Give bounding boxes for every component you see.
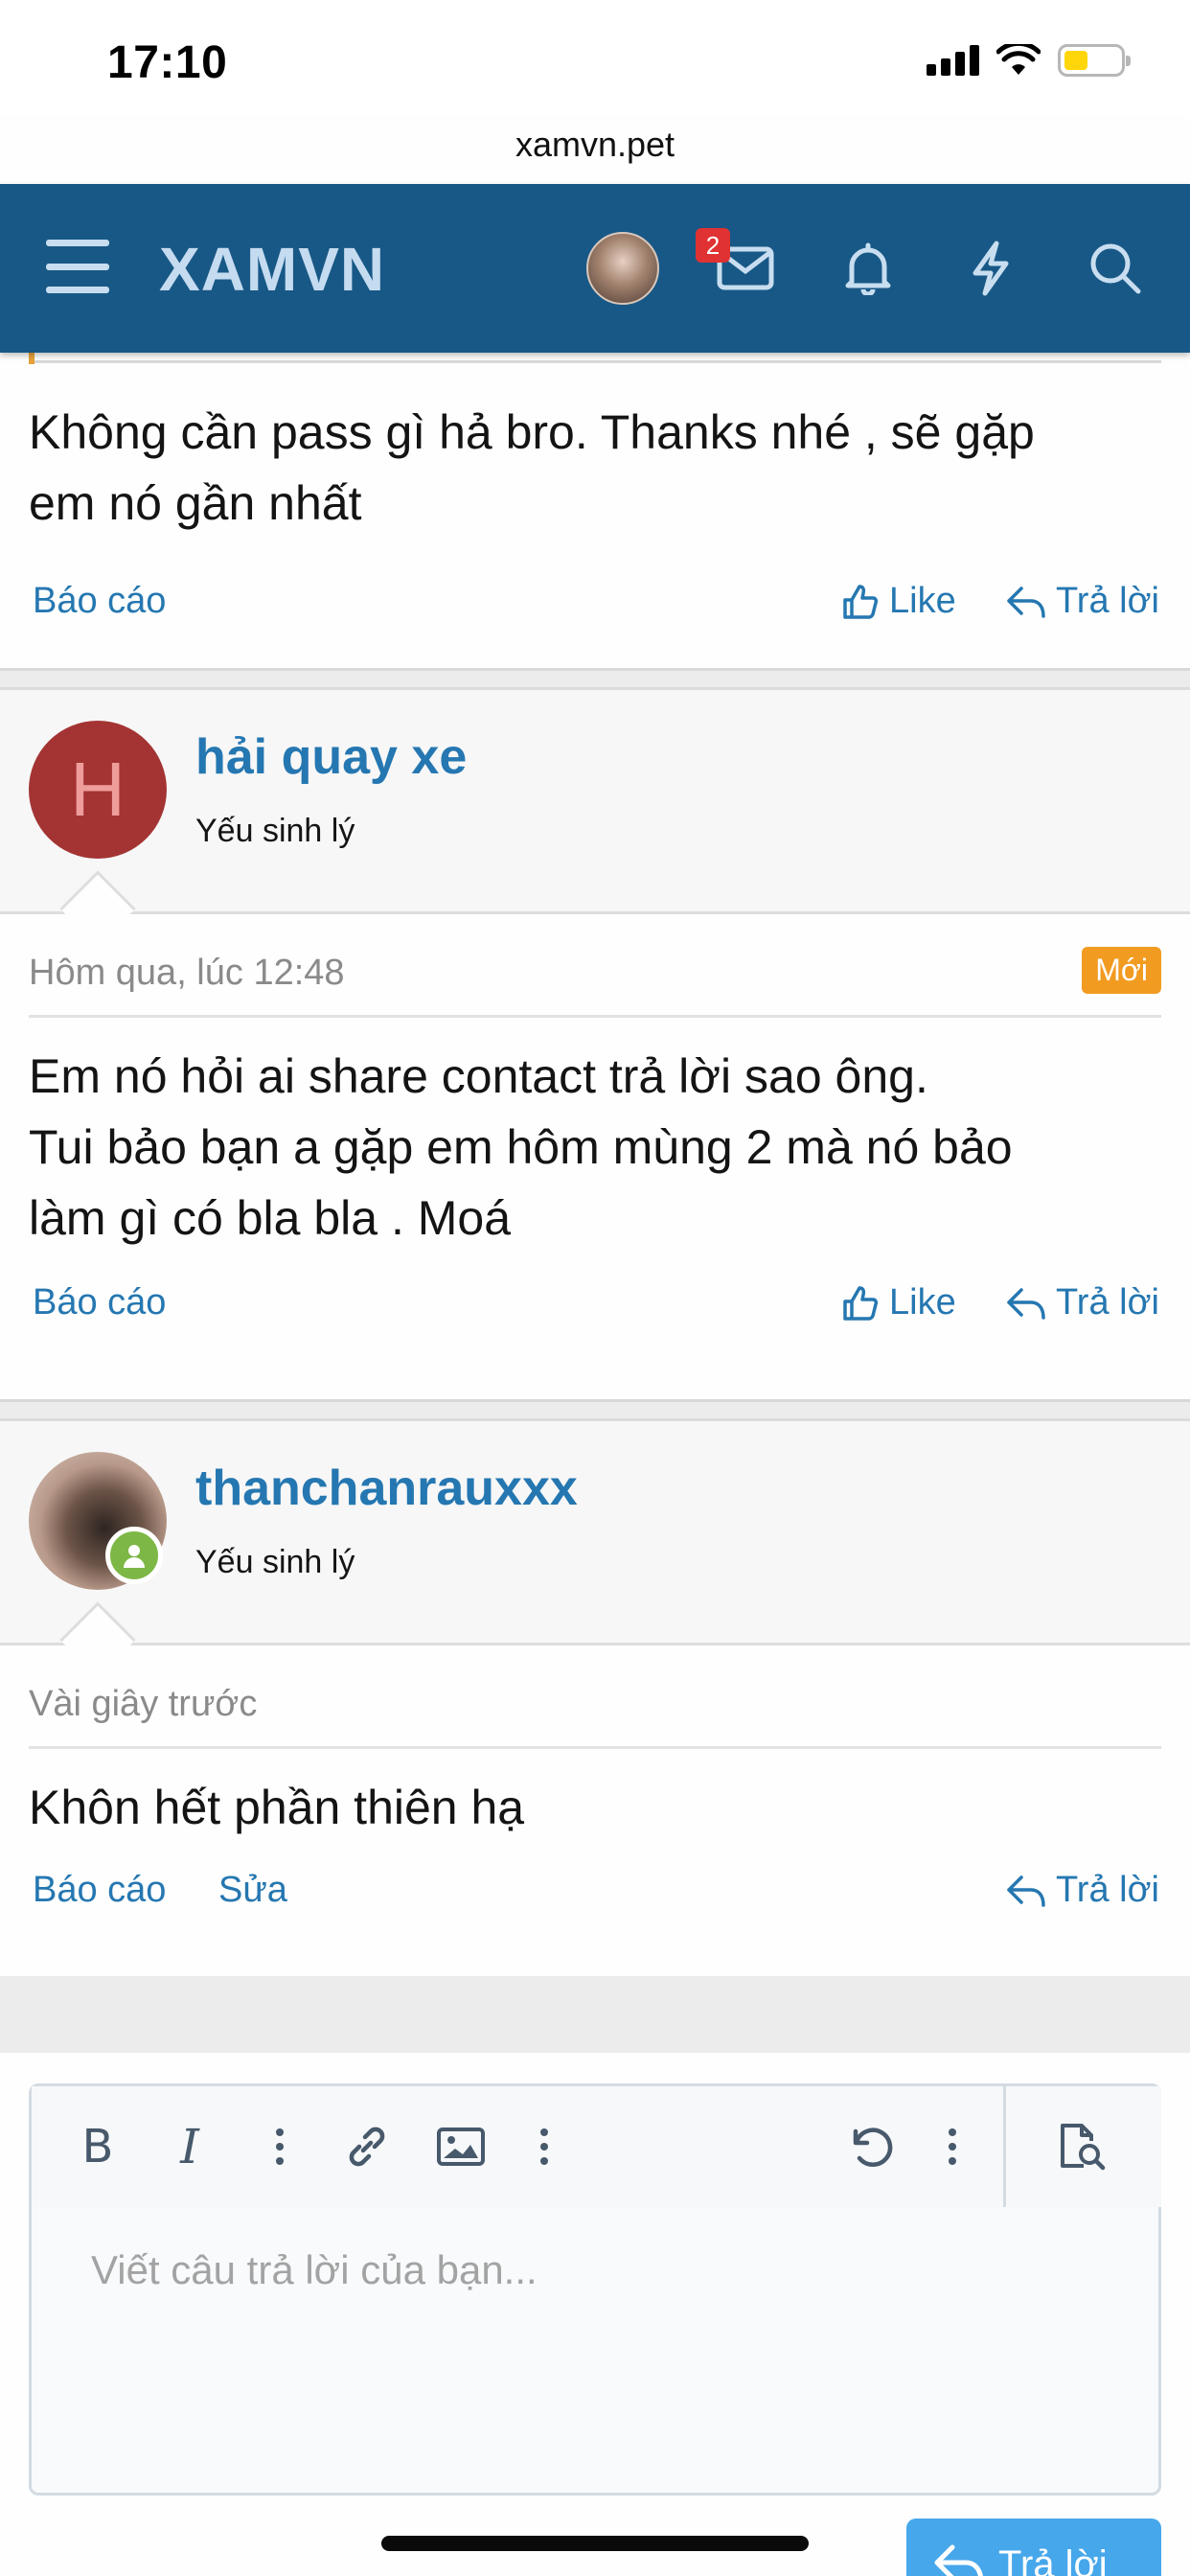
- more-vertical-icon: [276, 2128, 284, 2165]
- more-vertical-icon: [949, 2128, 956, 2165]
- reply-editor: B I Viết câu trả lời của bạn...: [29, 2083, 1161, 2496]
- online-status-icon: [105, 1527, 163, 1584]
- undo-icon: [853, 2128, 893, 2167]
- user-title: Yếu sinh lý: [195, 813, 355, 849]
- reply-icon: [1007, 1287, 1045, 1320]
- more-options-button[interactable]: [938, 2123, 967, 2171]
- preview-icon: [1061, 2124, 1106, 2171]
- post-user-header: H hải quay xe Yếu sinh lý: [0, 690, 1190, 947]
- post-body: Khôn hết phần thiên hạ Báo cáo Sửa Trả l…: [0, 1749, 1190, 1987]
- italic-button[interactable]: I: [166, 2119, 214, 2174]
- reply-link[interactable]: Trả lời: [1006, 1870, 1159, 1911]
- post: H hải quay xe Yếu sinh lý Hôm qua, lúc 1…: [0, 690, 1190, 1402]
- browser-url[interactable]: xamvn.pet: [0, 125, 1190, 165]
- post-date[interactable]: Vài giây trước: [29, 1684, 257, 1725]
- post-message: Em nó hỏi ai share contact trả lời sao ô…: [29, 1049, 1013, 1245]
- report-link[interactable]: Báo cáo: [33, 581, 166, 622]
- menu-icon[interactable]: [46, 240, 109, 293]
- post: thanchanrauxxx Yếu sinh lý Vài giây trướ…: [0, 1421, 1190, 1990]
- user-avatar[interactable]: H: [29, 721, 167, 859]
- site-logo[interactable]: XAMVN: [159, 234, 385, 305]
- reply-icon: [934, 2544, 983, 2576]
- cellular-signal-icon: [927, 45, 979, 76]
- status-bar: 17:10: [0, 0, 1190, 115]
- bold-icon: B: [81, 2120, 114, 2174]
- post-date[interactable]: Hôm qua, lúc 12:48: [29, 953, 345, 994]
- undo-button[interactable]: [842, 2123, 900, 2171]
- site-header: XAMVN: [0, 184, 1190, 353]
- reply-submit-button[interactable]: Trả lời: [906, 2518, 1161, 2576]
- reply-icon: [1007, 1874, 1045, 1907]
- editor-toolbar: B I: [32, 2086, 1161, 2207]
- post-actions: Báo cáo Sửa Trả lời: [0, 1862, 1190, 1929]
- thumbs-up-icon: [843, 584, 879, 619]
- more-text-options-button[interactable]: [265, 2123, 294, 2171]
- wifi-icon: [996, 44, 1041, 75]
- bold-button[interactable]: B: [74, 2120, 122, 2174]
- image-button[interactable]: [432, 2123, 490, 2171]
- search-icon[interactable]: [1081, 234, 1150, 303]
- reply-icon: [1007, 586, 1045, 618]
- post: Không cần pass gì hả bro. Thanks nhé , s…: [0, 353, 1190, 671]
- bell-icon[interactable]: [834, 234, 903, 303]
- reply-input[interactable]: Viết câu trả lời của bạn...: [91, 2247, 538, 2293]
- preview-button[interactable]: [1053, 2123, 1110, 2171]
- bolt-icon[interactable]: [956, 234, 1025, 303]
- reply-link[interactable]: Trả lời: [1006, 1282, 1159, 1323]
- link-button[interactable]: [338, 2123, 396, 2171]
- status-time: 17:10: [107, 37, 228, 88]
- post-body: Em nó hỏi ai share contact trả lời sao ô…: [0, 1018, 1190, 1399]
- post-message: Không cần pass gì hả bro. Thanks nhé , s…: [29, 405, 1035, 530]
- like-button[interactable]: Like: [841, 1282, 956, 1323]
- image-icon: [437, 2128, 485, 2166]
- status-icons: [927, 44, 1131, 77]
- report-link[interactable]: Báo cáo: [33, 1282, 166, 1323]
- user-title: Yếu sinh lý: [195, 1544, 355, 1580]
- edit-link[interactable]: Sửa: [218, 1870, 287, 1911]
- post-message: Khôn hết phần thiên hạ: [29, 1781, 525, 1834]
- user-avatar[interactable]: [586, 232, 659, 305]
- report-link[interactable]: Báo cáo: [33, 1870, 166, 1911]
- username-link[interactable]: hải quay xe: [195, 728, 467, 786]
- messages-count-badge: 2: [696, 228, 730, 263]
- italic-icon: I: [180, 2119, 199, 2174]
- post-meta: Hôm qua, lúc 12:48 Mới: [0, 914, 1190, 1018]
- more-insert-options-button[interactable]: [530, 2123, 559, 2171]
- quick-reply: B I Viết câu trả lời của bạn...: [0, 2053, 1190, 2576]
- new-badge: Mới: [1082, 947, 1161, 994]
- post-actions: Báo cáo Like Trả lời: [0, 1275, 1190, 1342]
- thread-content: Không cần pass gì hả bro. Thanks nhé , s…: [0, 353, 1190, 1990]
- more-vertical-icon: [540, 2128, 548, 2165]
- post-meta: Vài giây trước: [0, 1645, 1190, 1749]
- reply-link[interactable]: Trả lời: [1006, 581, 1159, 622]
- username-link[interactable]: thanchanrauxxx: [195, 1460, 578, 1517]
- thumbs-up-icon: [843, 1285, 879, 1321]
- like-button[interactable]: Like: [841, 581, 956, 622]
- link-icon: [349, 2127, 385, 2167]
- post-actions: Báo cáo Like Trả lời: [0, 573, 1190, 640]
- home-indicator: [381, 2536, 809, 2551]
- post-user-header: thanchanrauxxx Yếu sinh lý: [0, 1421, 1190, 1678]
- battery-icon: [1058, 44, 1131, 77]
